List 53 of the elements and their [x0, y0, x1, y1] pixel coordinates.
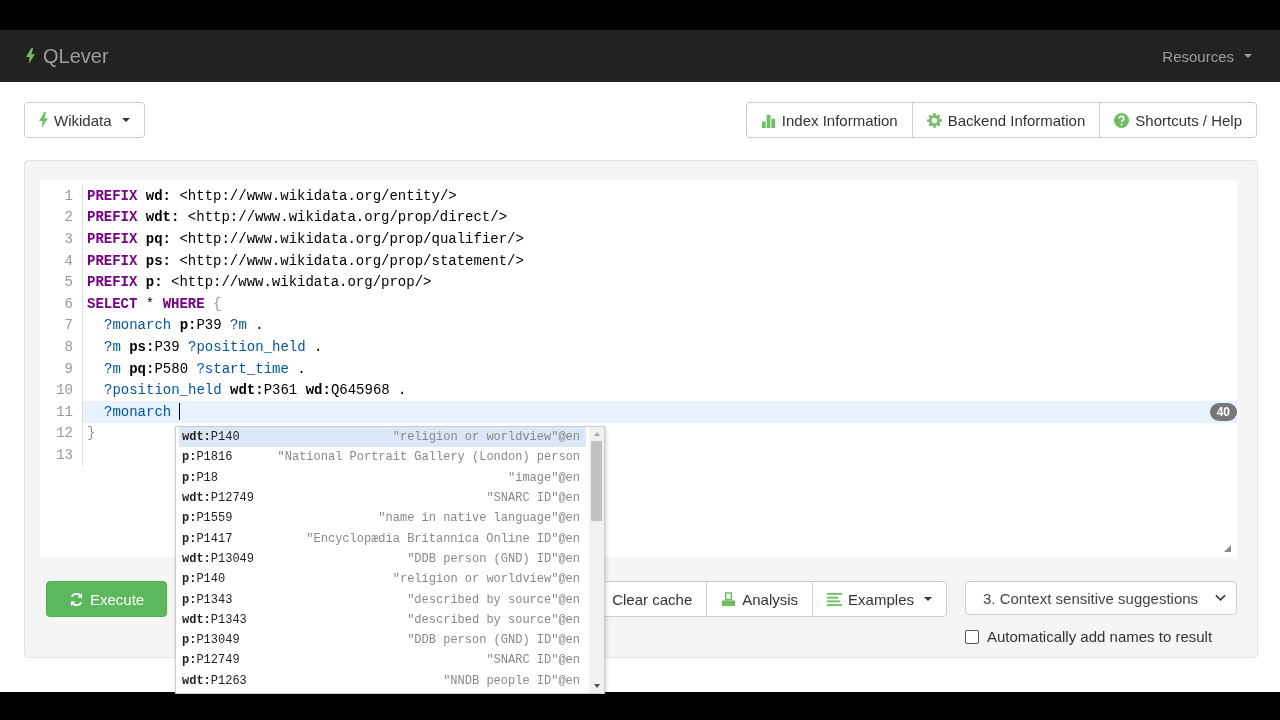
toolbar-button[interactable]: Examples [812, 581, 947, 617]
resources-menu[interactable]: Resources [1156, 46, 1258, 66]
info-button[interactable]: Shortcuts / Help [1099, 102, 1257, 138]
suggestion-item[interactable]: p:P1559 "name in native language"@en [179, 508, 586, 529]
suggestion-item[interactable]: wdt:P12749 "SNARC ID"@en [179, 487, 586, 509]
suggestion-item[interactable]: p:P12749 "SNARC ID"@en [179, 650, 586, 671]
code-line: ?monarch [103, 403, 172, 420]
code-line: ?m pq:P580 ?start_time . [103, 360, 306, 377]
code-line: PREFIX p: <http://www.wikidata.org/prop/> [86, 274, 432, 291]
refresh-icon [69, 591, 84, 607]
toolbar-button[interactable]: Analysis [706, 581, 814, 617]
code-line: PREFIX wd: <http://www.wikidata.org/entity/> [86, 187, 457, 204]
list-icon [827, 591, 843, 607]
resize-handle-icon[interactable] [1224, 545, 1231, 552]
info-button[interactable]: Index Information [745, 102, 913, 138]
stamp-icon [721, 591, 737, 607]
suggestion-item[interactable]: wdt:P140 "religion or worldview"@en [179, 427, 586, 448]
suggestion-item[interactable]: wdt:P13049 "DDB person (GND) ID"@en [179, 548, 586, 570]
bolt-icon [26, 48, 35, 64]
code-line: ?monarch p:P39 ?m . [103, 317, 264, 334]
suggestion-item[interactable]: p:P140 "religion or worldview"@en [179, 569, 586, 590]
caret-icon [923, 597, 932, 601]
bar-chart-icon [760, 112, 776, 128]
help-icon [1114, 112, 1130, 128]
caret-icon [1244, 54, 1252, 58]
suggestion-item[interactable]: p:P1343 "described by source"@en [179, 589, 586, 610]
code-line: PREFIX wdt: <http://www.wikidata.org/prop/direct/> [86, 209, 508, 226]
mode-select[interactable]: 3. Context sensitive suggestions [965, 581, 1237, 615]
gear-icon [926, 112, 942, 128]
chevron-down-icon [1215, 594, 1226, 602]
code-line: PREFIX ps: <http://www.wikidata.org/prop/statement/> [86, 252, 524, 269]
suggestion-item[interactable]: wdt:P1343 "described by source"@en [179, 609, 586, 630]
code-line: ?position_held wdt:P361 wd:Q645968 . [103, 382, 407, 399]
code-line: } [86, 425, 96, 442]
app-title: QLever [43, 44, 109, 68]
line-badge: 40 [1209, 402, 1237, 421]
caret-icon [121, 118, 130, 122]
checkbox-label: Automatically add names to result [987, 628, 1213, 645]
code-line: ?m ps:P39 ?position_held . [103, 338, 323, 355]
bolt-icon [39, 112, 48, 128]
line-number: 11 [40, 400, 83, 423]
suggestion-item[interactable]: p:P1417 "Encyclopædia Britannica Online ID"@en [179, 528, 586, 549]
info-button[interactable]: Backend Information [911, 102, 1101, 138]
checkbox[interactable] [965, 629, 979, 644]
scrollbar[interactable] [589, 427, 604, 693]
backend-dropdown-button[interactable]: Wikidata [24, 102, 145, 138]
suggestion-item[interactable]: p:P18 "image"@en [179, 467, 586, 488]
suggestion-item[interactable]: p:P13049 "DDB person (GND) ID"@en [179, 629, 586, 651]
code-line: PREFIX pq: <http://www.wikidata.org/prop/qualifier/> [86, 231, 524, 247]
code-line: SELECT * WHERE { [86, 295, 222, 312]
suggestion-item[interactable]: wdt:P1263 "NNDB people ID"@en [179, 670, 586, 691]
suggestion-item[interactable]: p:P1816 "National Portrait Gallery (London) person [179, 447, 586, 468]
text-cursor [179, 403, 181, 421]
